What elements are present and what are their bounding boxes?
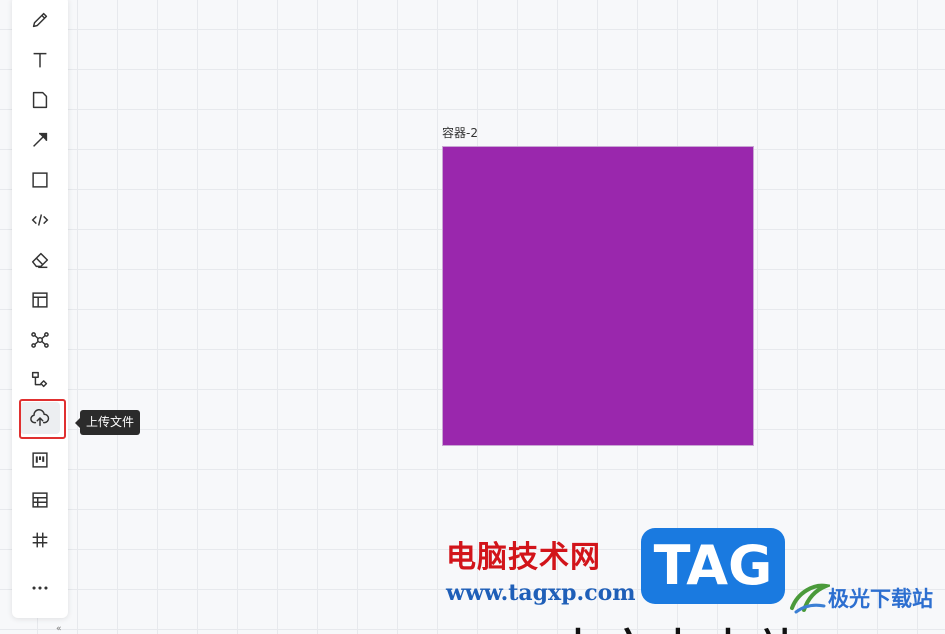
more-tool[interactable] (20, 572, 60, 604)
arrow-tool[interactable] (20, 124, 60, 156)
table-tool[interactable] (20, 484, 60, 516)
layout-tool[interactable] (20, 284, 60, 316)
container-label[interactable]: 容器-2 (442, 124, 478, 141)
watermark-url-text: www.tagxp.com (446, 580, 636, 606)
watermark-bottom-text: 本文由本站 (558, 616, 938, 634)
drawing-toolbar (12, 0, 68, 618)
more-icon (32, 586, 48, 590)
text-icon (33, 52, 47, 68)
table-icon (32, 492, 48, 508)
eraser-tool[interactable] (20, 244, 60, 276)
pen-tool[interactable] (20, 4, 60, 36)
sticky-note-tool[interactable] (20, 84, 60, 116)
text-tool[interactable] (20, 44, 60, 76)
flowchart-icon (31, 371, 48, 388)
eraser-icon (31, 252, 49, 269)
watermark-site-text: 极光下载站 (828, 587, 933, 611)
purple-container[interactable] (442, 146, 754, 446)
frame-tool[interactable] (20, 524, 60, 556)
arrow-icon (33, 132, 48, 147)
kanban-tool[interactable] (20, 444, 60, 476)
kanban-icon (32, 452, 48, 468)
watermark: 电脑技术网 www.tagxp.com TAG 极光下载站 本文由本站 (438, 528, 945, 634)
watermark-tag-logo: TAG (641, 528, 785, 604)
layout-icon (32, 292, 48, 308)
mindmap-tool[interactable] (20, 324, 60, 356)
shape-tool[interactable] (20, 164, 60, 196)
collapse-handle-icon[interactable]: « (56, 624, 62, 634)
upload-file-tool[interactable] (20, 402, 60, 434)
upload-tooltip: 上传文件 (74, 410, 141, 435)
mindmap-icon (31, 332, 49, 348)
note-icon (32, 91, 48, 109)
flowchart-tool[interactable] (20, 364, 60, 396)
cloud-upload-icon (30, 409, 50, 427)
watermark-cn-text: 电脑技术网 (446, 540, 601, 575)
pencil-icon (32, 12, 48, 28)
code-tool[interactable] (20, 204, 60, 236)
code-icon (31, 214, 49, 226)
rectangle-icon (32, 172, 48, 188)
hash-frame-icon (32, 532, 48, 548)
aurora-logo-icon (790, 583, 830, 614)
